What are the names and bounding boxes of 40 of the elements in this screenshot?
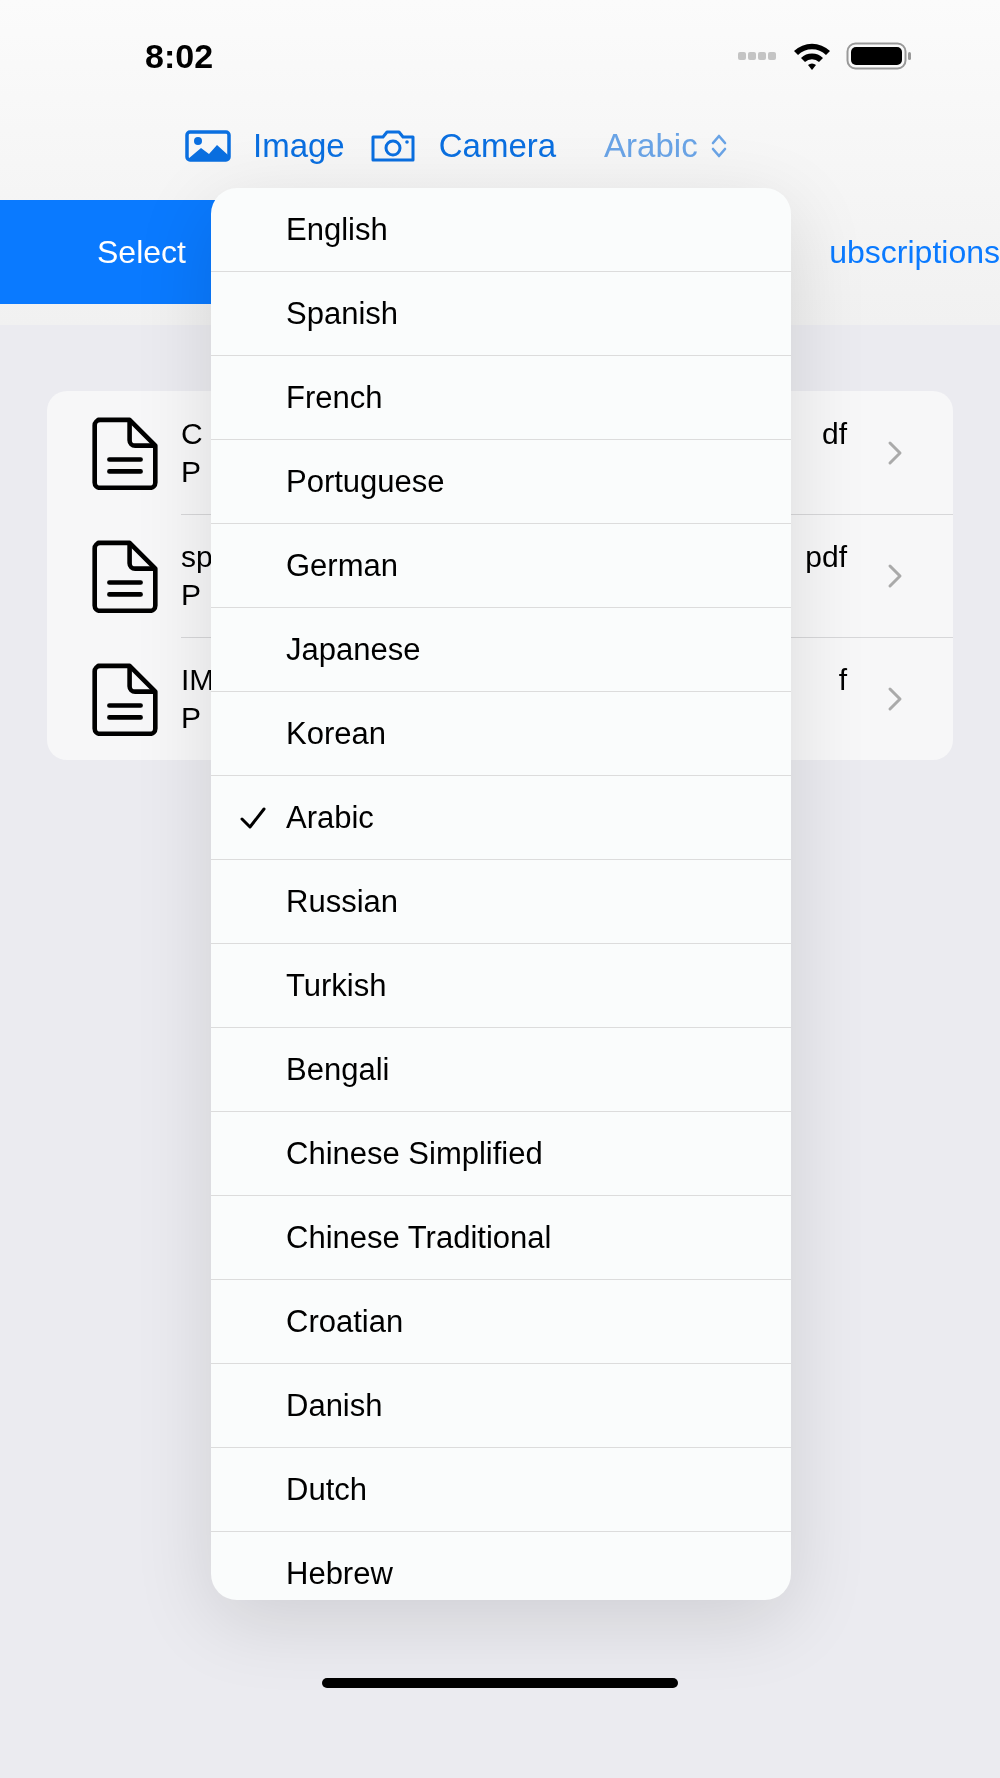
language-menu-item[interactable]: Dutch (211, 1448, 791, 1532)
language-menu-item[interactable]: Portuguese (211, 440, 791, 524)
chevron-right-icon (887, 562, 903, 589)
checkmark-icon (239, 805, 267, 830)
chevron-up-down-icon (709, 132, 728, 160)
file-name: pdf (805, 540, 847, 574)
language-menu-item[interactable]: Japanese (211, 608, 791, 692)
language-menu-item[interactable]: Hebrew (211, 1532, 791, 1600)
document-icon (91, 538, 159, 613)
language-menu-item[interactable]: Russian (211, 860, 791, 944)
chevron-right-icon (887, 685, 903, 712)
language-menu-item[interactable]: Chinese Simplified (211, 1112, 791, 1196)
language-menu-item[interactable]: Turkish (211, 944, 791, 1028)
language-menu-item[interactable]: Croatian (211, 1280, 791, 1364)
file-type: P (181, 699, 201, 736)
file-name: C (181, 415, 203, 452)
language-menu-item[interactable]: Bengali (211, 1028, 791, 1112)
language-menu-item[interactable]: Spanish (211, 272, 791, 356)
file-type: P (181, 453, 201, 490)
document-icon (91, 661, 159, 736)
file-type: P (181, 576, 201, 613)
document-icon (91, 415, 159, 490)
file-name: f (838, 663, 847, 697)
file-name: df (821, 417, 847, 451)
status-time: 8:02 (145, 36, 214, 76)
language-menu-item[interactable]: French (211, 356, 791, 440)
language-menu-item[interactable]: Korean (211, 692, 791, 776)
battery-icon (846, 42, 912, 70)
image-button[interactable]: Image (185, 127, 345, 165)
language-menu-item[interactable]: English (211, 188, 791, 272)
image-icon (185, 130, 231, 162)
signal-icon (738, 51, 778, 61)
wifi-icon (792, 41, 832, 71)
language-menu-item[interactable]: Chinese Traditional (211, 1196, 791, 1280)
file-name: sp (181, 538, 213, 575)
chevron-right-icon (887, 439, 903, 466)
language-menu-item[interactable]: Arabic (211, 776, 791, 860)
camera-button[interactable]: Camera (368, 127, 557, 165)
language-menu-item[interactable]: German (211, 524, 791, 608)
language-menu-item[interactable]: Danish (211, 1364, 791, 1448)
